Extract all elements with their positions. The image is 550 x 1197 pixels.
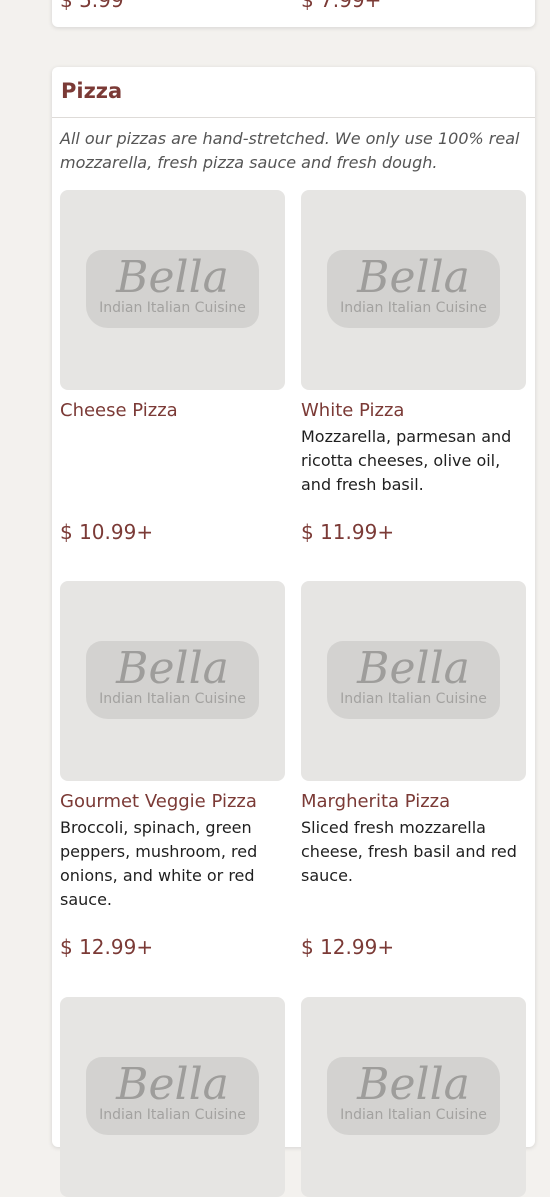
item-price: $ 10.99+ xyxy=(60,520,154,544)
item-image[interactable]: Bella Indian Italian Cuisine xyxy=(60,581,285,781)
bella-logo-placeholder: Bella Indian Italian Cuisine xyxy=(86,1057,259,1135)
item-price: $ 12.99+ xyxy=(60,935,154,959)
bella-logo-placeholder: Bella Indian Italian Cuisine xyxy=(86,641,259,719)
item-price: $ 7.99+ xyxy=(301,0,382,12)
item-description: Broccoli, spinach, green peppers, mushro… xyxy=(60,818,258,909)
item-name[interactable]: Cheese Pizza xyxy=(60,400,286,422)
item-image[interactable]: Bella Indian Italian Cuisine xyxy=(301,997,526,1197)
item-description: Mozzarella, parmesan and ricotta cheeses… xyxy=(301,427,512,494)
menu-item-margherita-pizza[interactable]: Bella Indian Italian Cuisine Margherita … xyxy=(301,581,527,888)
item-image[interactable]: Bella Indian Italian Cuisine xyxy=(60,190,285,390)
section-title: Pizza xyxy=(52,67,535,118)
menu-item-white-pizza[interactable]: Bella Indian Italian Cuisine White Pizza… xyxy=(301,190,527,497)
pizza-section-card: Pizza All our pizzas are hand-stretched.… xyxy=(52,67,535,1197)
item-description: Sliced fresh mozzarella cheese, fresh ba… xyxy=(301,818,517,885)
menu-item[interactable]: Bella Indian Italian Cuisine xyxy=(301,997,527,1197)
bella-logo-placeholder: Bella Indian Italian Cuisine xyxy=(327,1057,500,1135)
item-image[interactable]: Bella Indian Italian Cuisine xyxy=(60,997,285,1197)
item-name[interactable]: Gourmet Veggie Pizza xyxy=(60,791,286,813)
bella-logo-placeholder: Bella Indian Italian Cuisine xyxy=(327,250,500,328)
item-price: $ 12.99+ xyxy=(301,935,395,959)
item-price: $ 5.99 xyxy=(60,0,124,12)
menu-item[interactable]: Bella Indian Italian Cuisine xyxy=(60,997,286,1197)
bella-logo-placeholder: Bella Indian Italian Cuisine xyxy=(86,250,259,328)
item-image[interactable]: Bella Indian Italian Cuisine xyxy=(301,190,526,390)
item-image[interactable]: Bella Indian Italian Cuisine xyxy=(301,581,526,781)
menu-item-cheese-pizza[interactable]: Bella Indian Italian Cuisine Cheese Pizz… xyxy=(60,190,286,425)
item-name[interactable]: White Pizza xyxy=(301,400,527,422)
bella-logo-placeholder: Bella Indian Italian Cuisine xyxy=(327,641,500,719)
menu-item-gourmet-veggie-pizza[interactable]: Bella Indian Italian Cuisine Gourmet Veg… xyxy=(60,581,286,912)
section-description: All our pizzas are hand-stretched. We on… xyxy=(60,129,520,172)
item-price: $ 11.99+ xyxy=(301,520,395,544)
item-name[interactable]: Margherita Pizza xyxy=(301,791,527,813)
previous-section-card: $ 5.99 $ 7.99+ xyxy=(52,0,535,27)
